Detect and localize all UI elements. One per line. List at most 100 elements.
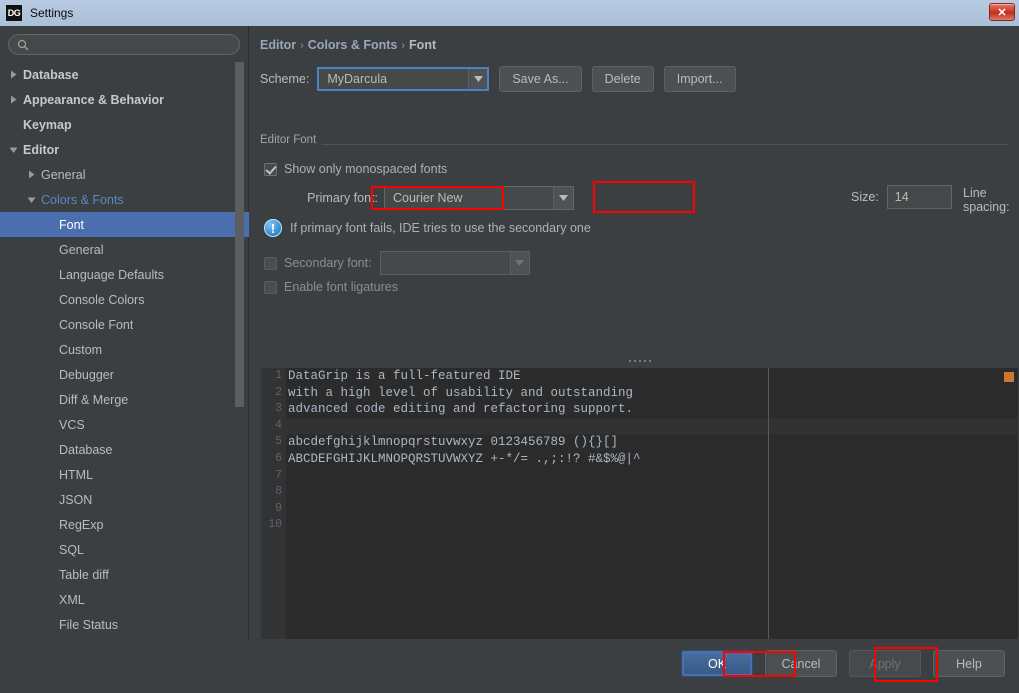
sidebar-item-label: File Status	[59, 618, 118, 632]
apply-button: Apply	[849, 650, 921, 677]
sidebar-item-label: Font	[59, 218, 84, 232]
sidebar-item-label: JSON	[59, 493, 92, 507]
import-button[interactable]: Import...	[664, 66, 736, 92]
sidebar-item-file-status[interactable]: File Status	[0, 612, 249, 637]
sidebar-item-colors-fonts[interactable]: Colors & Fonts	[0, 187, 249, 212]
search-container	[0, 26, 248, 61]
primary-font-chevron-down-icon[interactable]	[553, 187, 573, 209]
scheme-combobox[interactable]: MyDarcula	[317, 67, 489, 91]
secondary-font-chevron-down-icon[interactable]	[510, 252, 529, 274]
help-button[interactable]: Help	[933, 650, 1005, 677]
preview-code-line	[286, 517, 1019, 534]
breadcrumb-editor[interactable]: Editor	[260, 38, 296, 52]
ok-button[interactable]: OK	[681, 650, 753, 677]
cancel-button[interactable]: Cancel	[765, 650, 837, 677]
secondary-font-label: Secondary font:	[284, 256, 372, 270]
settings-tree: Database Appearance & Behavior Keymap Edito…	[0, 62, 249, 639]
chevron-down-icon[interactable]	[468, 69, 487, 89]
sidebar-item-label: Editor	[23, 143, 59, 157]
preview-line-number: 2	[261, 385, 286, 402]
window-title: Settings	[30, 6, 73, 20]
breadcrumb-font: Font	[409, 38, 436, 52]
preview-gutter: 12345678910	[261, 368, 286, 646]
preview-splitter[interactable]	[260, 356, 1019, 366]
sidebar-item-label: RegExp	[59, 518, 103, 532]
sidebar-item-label: Console Font	[59, 318, 133, 332]
search-box[interactable]	[8, 34, 240, 55]
font-ligatures-row[interactable]: Enable font ligatures	[264, 280, 398, 294]
footer-buttons: OK Cancel Apply Help	[669, 650, 1005, 677]
sidebar-item-general[interactable]: General	[0, 162, 249, 187]
sidebar-item-label: Keymap	[23, 118, 72, 132]
sidebar-scrollbar[interactable]	[235, 62, 244, 635]
secondary-font-combobox[interactable]	[380, 251, 530, 275]
sidebar-item-label: Language Defaults	[59, 268, 164, 282]
save-as-button[interactable]: Save As...	[499, 66, 581, 92]
chevron-right-icon[interactable]	[8, 94, 19, 105]
sidebar-item-label: Console Colors	[59, 293, 144, 307]
font-ligatures-label: Enable font ligatures	[284, 280, 398, 294]
font-ligatures-checkbox[interactable]	[264, 281, 277, 294]
preview-code-line: abcdefghijklmnopqrstuvwxyz 0123456789 ()…	[286, 434, 1019, 451]
secondary-font-row[interactable]: Secondary font:	[264, 251, 530, 275]
scheme-label: Scheme:	[260, 72, 309, 86]
editor-font-group-title: Editor Font	[260, 134, 322, 146]
chevron-down-icon[interactable]	[8, 144, 19, 155]
sidebar-item-label: VCS	[59, 418, 85, 432]
scheme-row: Scheme: MyDarcula Save As... Delete Impo…	[260, 66, 736, 92]
sidebar-item-database[interactable]: Database	[0, 62, 249, 87]
sidebar-item-appearance-behavior[interactable]: Appearance & Behavior	[0, 87, 249, 112]
preview-error-stripe-marker[interactable]	[1004, 372, 1014, 382]
sidebar-item-json[interactable]: JSON	[0, 487, 249, 512]
show-monospaced-row[interactable]: Show only monospaced fonts	[264, 162, 447, 176]
sidebar-item-diff-merge[interactable]: Diff & Merge	[0, 387, 249, 412]
sidebar-item-label: HTML	[59, 468, 93, 482]
preview-line-number: 10	[261, 517, 286, 534]
sidebar-item-label: Database	[23, 68, 79, 82]
chevron-right-icon[interactable]	[26, 169, 37, 180]
breadcrumb-colors-fonts[interactable]: Colors & Fonts	[308, 38, 398, 52]
sidebar-item-font[interactable]: Font	[0, 212, 249, 237]
secondary-font-checkbox[interactable]	[264, 257, 277, 270]
sidebar-item-custom[interactable]: Custom	[0, 337, 249, 362]
preview-code-line: advanced code editing and refactoring su…	[286, 401, 1019, 418]
sidebar-item-xml[interactable]: XML	[0, 587, 249, 612]
sidebar-item-table-diff[interactable]: Table diff	[0, 562, 249, 587]
show-monospaced-checkbox[interactable]	[264, 163, 277, 176]
preview-line-number: 5	[261, 434, 286, 451]
chevron-right-icon[interactable]	[8, 69, 19, 80]
sidebar-item-editor[interactable]: Editor	[0, 137, 249, 162]
sidebar-item-regexp[interactable]: RegExp	[0, 512, 249, 537]
preview-line-number: 8	[261, 484, 286, 501]
show-monospaced-label: Show only monospaced fonts	[284, 162, 447, 176]
breadcrumb-separator-1: ›	[300, 40, 304, 52]
sidebar-item-debugger[interactable]: Debugger	[0, 362, 249, 387]
sidebar-item-vcs[interactable]: VCS	[0, 412, 249, 437]
sidebar-item-label: Diff & Merge	[59, 393, 128, 407]
secondary-font-info-text: If primary font fails, IDE tries to use …	[290, 221, 591, 235]
sidebar-item-label: General	[41, 168, 85, 182]
sidebar-item-keymap[interactable]: Keymap	[0, 112, 249, 137]
font-size-input[interactable]: 14	[887, 185, 952, 209]
breadcrumb: Editor›Colors & Fonts›Font	[260, 38, 436, 52]
sidebar-item-console-colors[interactable]: Console Colors	[0, 287, 249, 312]
sidebar-item-console-font[interactable]: Console Font	[0, 312, 249, 337]
primary-font-combobox[interactable]: Courier New	[384, 186, 574, 210]
sidebar-item-label: SQL	[59, 543, 84, 557]
search-input[interactable]	[35, 37, 231, 53]
preview-line-number: 4	[261, 418, 286, 435]
chevron-down-icon[interactable]	[26, 194, 37, 205]
settings-window: DG Settings ✕ DatabaseAppearance & Behav…	[0, 0, 1019, 693]
sidebar-item-database[interactable]: Database	[0, 437, 249, 462]
sidebar-item-html[interactable]: HTML	[0, 462, 249, 487]
sidebar-item-sql[interactable]: SQL	[0, 537, 249, 562]
settings-sidebar: Database Appearance & Behavior Keymap Edito…	[0, 26, 249, 639]
font-size-label: Size:	[851, 190, 879, 204]
close-icon[interactable]: ✕	[989, 3, 1015, 21]
font-preview-editor[interactable]: 12345678910 DataGrip is a full-featured …	[260, 367, 1019, 646]
delete-button[interactable]: Delete	[592, 66, 654, 92]
sidebar-scrollbar-thumb[interactable]	[235, 62, 244, 407]
sidebar-item-language-defaults[interactable]: Language Defaults	[0, 262, 249, 287]
sidebar-item-general[interactable]: General	[0, 237, 249, 262]
preview-code[interactable]: DataGrip is a full-featured IDEwith a hi…	[286, 368, 1019, 646]
